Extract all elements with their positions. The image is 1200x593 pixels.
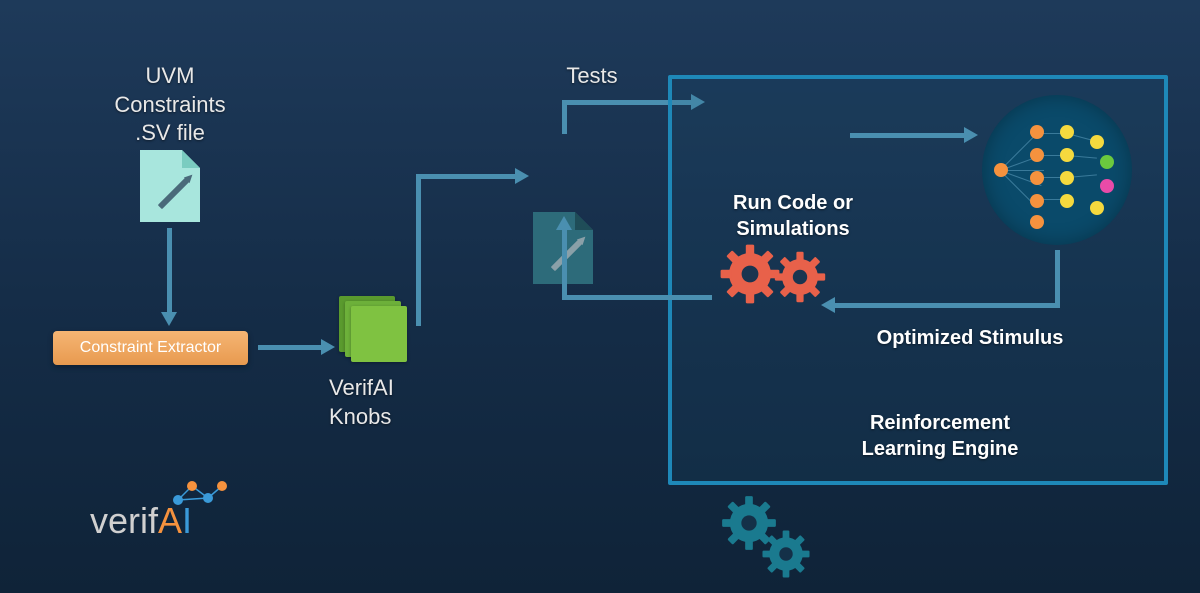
arrow-nn-to-optimize [835, 303, 1060, 308]
arrow-uvm-to-extractor [167, 228, 172, 313]
arrow-head-icon [321, 339, 335, 355]
uvm-constraints-label: UVM Constraints .SV file [100, 62, 240, 148]
arrow-head-icon [821, 297, 835, 313]
arrow-optimize-to-tests [562, 230, 567, 300]
arrow-head-icon [556, 216, 572, 230]
sv-file-icon [140, 150, 200, 222]
optimized-stimulus-label: Optimized Stimulus [860, 325, 1080, 351]
optimize-gears-icon [720, 494, 840, 574]
rl-engine-label: Reinforcement Learning Engine [800, 410, 1080, 462]
neural-network-icon [982, 95, 1132, 245]
arrow-runcode-to-nn [850, 133, 965, 138]
arrow-optimize-to-tests [562, 295, 712, 300]
arrow-knobs-to-tests [416, 174, 421, 326]
constraint-extractor-box: Constraint Extractor [53, 331, 248, 365]
arrow-head-icon [161, 312, 177, 326]
verifai-knobs-icon [339, 296, 409, 362]
arrow-head-icon [964, 127, 978, 143]
verifai-logo: verifAI [90, 500, 192, 542]
tests-label: Tests [547, 62, 637, 91]
arrow-nn-to-optimize [1055, 250, 1060, 308]
verifai-knobs-label: VerifAI Knobs [329, 374, 429, 431]
run-code-label: Run Code or Simulations [718, 190, 868, 242]
arrow-knobs-to-tests [416, 174, 516, 179]
arrow-tests-to-runcode [562, 100, 567, 134]
arrow-extractor-to-knobs [258, 345, 322, 350]
arrow-head-icon [515, 168, 529, 184]
